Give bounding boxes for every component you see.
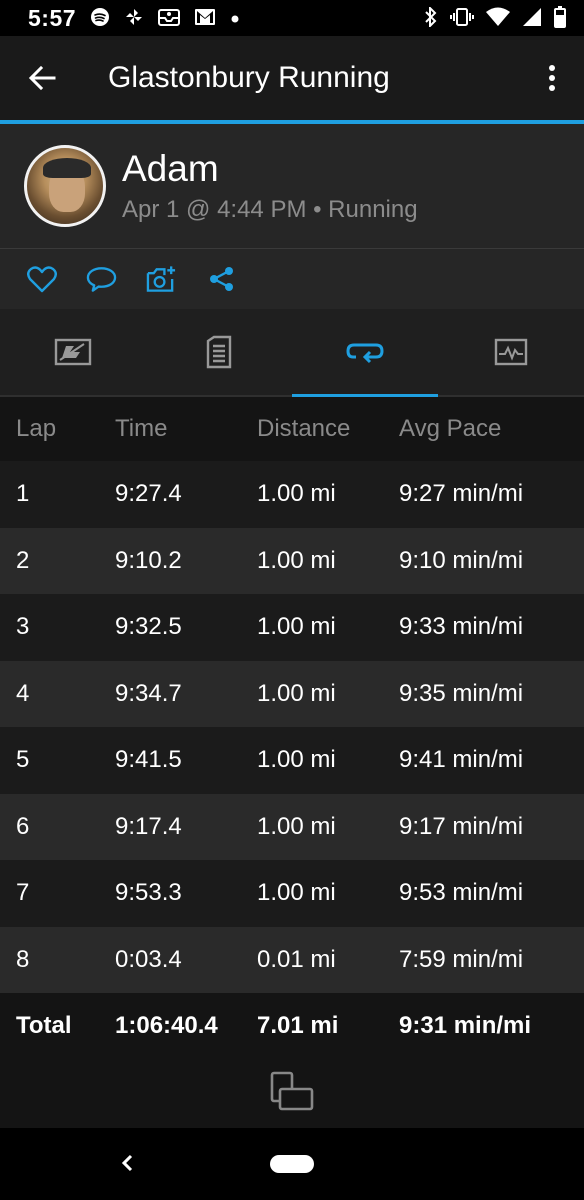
- more-vert-icon: [549, 65, 555, 91]
- lap-number: 8: [0, 926, 115, 993]
- lap-number: 4: [0, 660, 115, 727]
- rotate-view-area: [0, 1059, 584, 1130]
- lap-distance: 1.00 mi: [257, 793, 399, 860]
- activity-header: Adam Apr 1 @ 4:44 PM • Running: [0, 124, 584, 249]
- system-back-button[interactable]: [118, 1150, 136, 1181]
- chevron-left-icon: [121, 1154, 133, 1172]
- signal-icon: [522, 7, 542, 30]
- vibrate-icon: [450, 7, 474, 30]
- table-row[interactable]: 7 9:53.3 1.00 mi 9:53 min/mi: [0, 860, 584, 927]
- activity-meta: Apr 1 @ 4:44 PM • Running: [122, 196, 418, 223]
- status-time: 5:57: [28, 4, 77, 31]
- lap-distance: 1.00 mi: [257, 461, 399, 528]
- lap-pace: 9:53 min/mi: [399, 860, 584, 927]
- total-label: Total: [0, 993, 115, 1060]
- share-icon: [209, 267, 233, 291]
- back-button[interactable]: [0, 36, 84, 120]
- col-distance: Distance: [257, 397, 399, 461]
- battery-icon: [554, 5, 566, 31]
- dot-icon: [230, 9, 240, 27]
- lap-number: 5: [0, 727, 115, 794]
- table-row[interactable]: 4 9:34.7 1.00 mi 9:35 min/mi: [0, 660, 584, 727]
- table-row[interactable]: 5 9:41.5 1.00 mi 9:41 min/mi: [0, 727, 584, 794]
- rotate-view-button[interactable]: [268, 1071, 316, 1118]
- lap-distance: 0.01 mi: [257, 926, 399, 993]
- lap-time: 9:53.3: [115, 860, 257, 927]
- social-actions: [0, 249, 584, 309]
- laps-table: Lap Time Distance Avg Pace 1 9:27.4 1.00…: [0, 397, 584, 1060]
- lap-distance: 1.00 mi: [257, 660, 399, 727]
- laps-icon: [346, 343, 384, 364]
- overflow-menu-button[interactable]: [520, 36, 584, 120]
- add-photo-icon: [146, 266, 176, 292]
- lap-pace: 9:17 min/mi: [399, 793, 584, 860]
- system-home-button[interactable]: [270, 1155, 314, 1173]
- heart-icon: [26, 266, 57, 293]
- table-row[interactable]: 6 9:17.4 1.00 mi 9:17 min/mi: [0, 793, 584, 860]
- pinwheel-icon: [124, 7, 144, 30]
- like-button[interactable]: [26, 264, 57, 295]
- table-row[interactable]: 3 9:32.5 1.00 mi 9:33 min/mi: [0, 594, 584, 661]
- tab-map[interactable]: [0, 309, 146, 395]
- bluetooth-icon: [424, 5, 438, 30]
- activity-tabs: [0, 309, 584, 397]
- share-button[interactable]: [206, 264, 237, 295]
- lap-distance: 1.00 mi: [257, 594, 399, 661]
- spotify-icon: [90, 7, 110, 30]
- system-nav-bar: [0, 1128, 584, 1200]
- lap-distance: 1.00 mi: [257, 860, 399, 927]
- lap-distance: 1.00 mi: [257, 527, 399, 594]
- lap-number: 3: [0, 594, 115, 661]
- lap-time: 9:27.4: [115, 461, 257, 528]
- col-avg-pace: Avg Pace: [399, 397, 584, 461]
- comment-icon: [86, 267, 117, 292]
- lap-pace: 9:41 min/mi: [399, 727, 584, 794]
- lap-pace: 9:10 min/mi: [399, 527, 584, 594]
- add-photo-button[interactable]: [146, 264, 177, 295]
- lap-number: 6: [0, 793, 115, 860]
- table-row[interactable]: 2 9:10.2 1.00 mi 9:10 min/mi: [0, 527, 584, 594]
- status-bar: 5:57: [0, 0, 584, 36]
- table-header: Lap Time Distance Avg Pace: [0, 397, 584, 461]
- lap-time: 9:41.5: [115, 727, 257, 794]
- lap-pace: 9:35 min/mi: [399, 660, 584, 727]
- total-time: 1:06:40.4: [115, 993, 257, 1060]
- col-time: Time: [115, 397, 257, 461]
- tab-laps[interactable]: [292, 309, 438, 397]
- page-title: Glastonbury Running: [108, 61, 390, 94]
- map-icon: [54, 338, 92, 366]
- table-row[interactable]: 1 9:27.4 1.00 mi 9:27 min/mi: [0, 461, 584, 528]
- screen-rotation-icon: [270, 1071, 314, 1111]
- wifi-icon: [486, 7, 510, 30]
- lap-number: 1: [0, 461, 115, 528]
- document-icon: [206, 335, 232, 369]
- lap-distance: 1.00 mi: [257, 727, 399, 794]
- app-bar: Glastonbury Running: [0, 36, 584, 120]
- inbox-icon: [158, 7, 181, 30]
- lap-number: 2: [0, 527, 115, 594]
- col-lap: Lap: [0, 397, 115, 461]
- arrow-back-icon: [28, 65, 56, 91]
- total-pace: 9:31 min/mi: [399, 993, 584, 1060]
- total-row: Total 1:06:40.4 7.01 mi 9:31 min/mi: [0, 993, 584, 1060]
- tab-details[interactable]: [146, 309, 292, 395]
- gmail-icon: [194, 8, 216, 29]
- avatar[interactable]: [24, 145, 106, 227]
- table-row[interactable]: 8 0:03.4 0.01 mi 7:59 min/mi: [0, 926, 584, 993]
- lap-time: 0:03.4: [115, 926, 257, 993]
- tab-charts[interactable]: [438, 309, 584, 395]
- comment-button[interactable]: [86, 264, 117, 295]
- total-distance: 7.01 mi: [257, 993, 399, 1060]
- lap-pace: 7:59 min/mi: [399, 926, 584, 993]
- lap-time: 9:34.7: [115, 660, 257, 727]
- chart-icon: [494, 338, 528, 366]
- lap-number: 7: [0, 860, 115, 927]
- lap-pace: 9:27 min/mi: [399, 461, 584, 528]
- lap-time: 9:10.2: [115, 527, 257, 594]
- lap-pace: 9:33 min/mi: [399, 594, 584, 661]
- lap-time: 9:32.5: [115, 594, 257, 661]
- user-name: Adam: [122, 148, 219, 189]
- lap-time: 9:17.4: [115, 793, 257, 860]
